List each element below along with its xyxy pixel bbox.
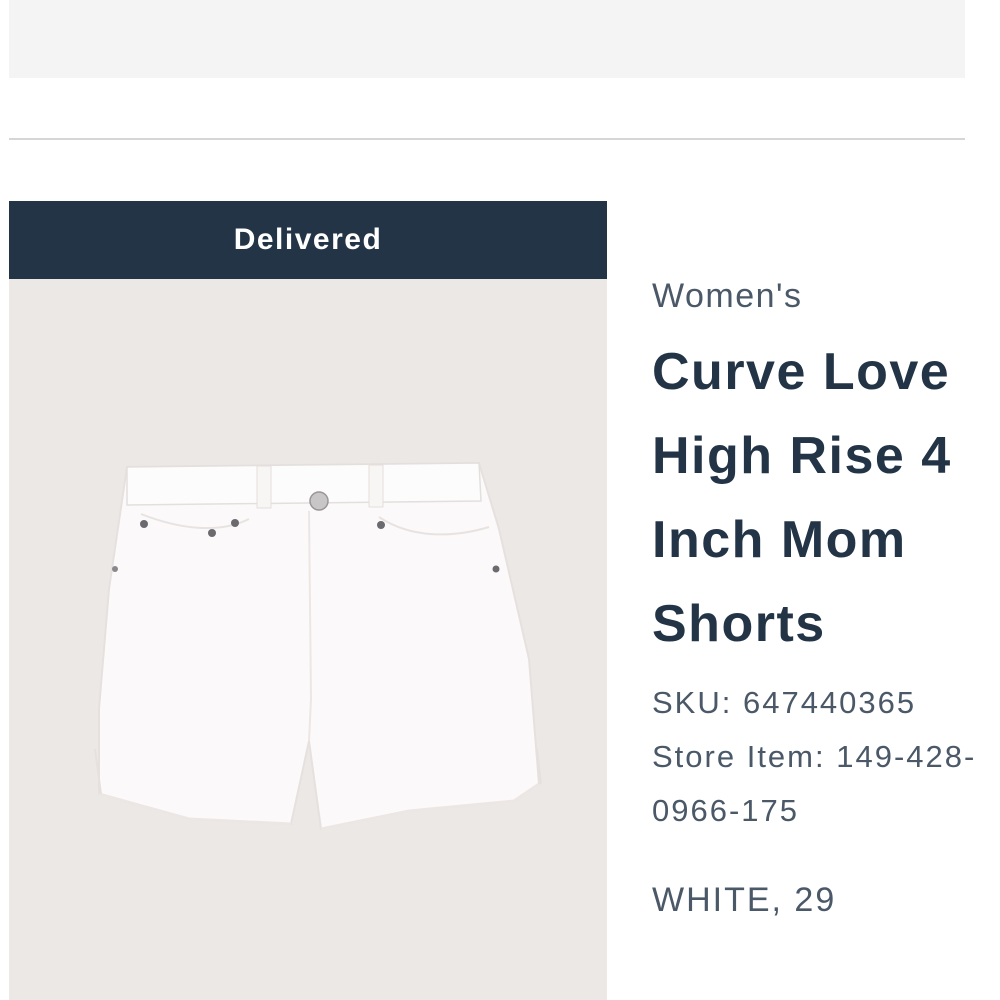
product-image[interactable] — [9, 279, 607, 1000]
product-variant: WHITE, 29 — [652, 881, 837, 919]
product-sku: SKU: 647440365 — [652, 685, 917, 720]
store-item-number: Store Item: 149-428-0966-175 — [652, 739, 977, 828]
product-details: Women's Curve Love High Rise 4 Inch Mom … — [652, 270, 992, 930]
section-divider — [9, 138, 965, 140]
product-title[interactable]: Curve Love High Rise 4 Inch Mom Shorts — [652, 330, 992, 666]
top-banner — [9, 0, 965, 78]
delivery-status-label: Delivered — [233, 223, 383, 256]
delivery-status-bar: Delivered — [9, 201, 607, 279]
order-item-card[interactable]: Delivered — [9, 201, 607, 1000]
product-gender: Women's — [652, 277, 803, 315]
shorts-illustration — [94, 461, 542, 831]
